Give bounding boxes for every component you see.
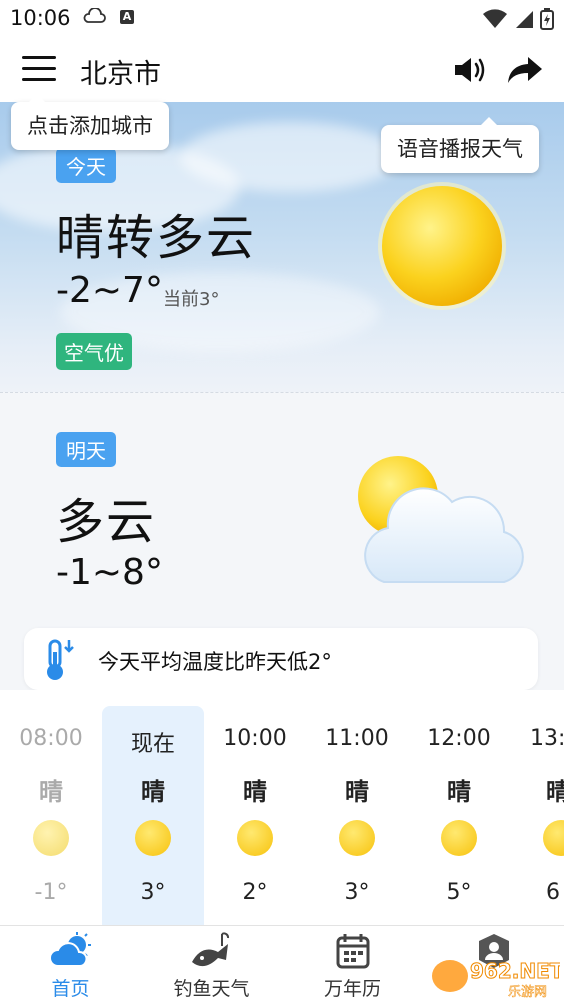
hour-time: 11:00 [325, 726, 389, 751]
hour-time: 13: [530, 726, 564, 751]
hour-condition: 晴 [39, 778, 63, 806]
add-city-tooltip[interactable]: 点击添加城市 [11, 94, 169, 150]
speaker-icon[interactable] [452, 54, 488, 86]
hour-temp: 2° [242, 880, 268, 905]
sun-icon [135, 820, 171, 856]
site-watermark: 962.NET 乐游网 [432, 959, 560, 1000]
tomorrow-temp-range: -1~8° [56, 552, 163, 593]
hourly-item[interactable]: 11:00 晴 3° [306, 690, 408, 925]
tomorrow-badge: 明天 [56, 432, 116, 467]
hourly-item[interactable]: 12:00 晴 5° [408, 690, 510, 925]
hour-temp: -1° [34, 880, 68, 905]
sky-cloud [180, 122, 400, 192]
city-name[interactable]: 北京市 [80, 52, 161, 91]
section-divider [0, 392, 564, 393]
voice-report-tooltip[interactable]: 语音播报天气 [381, 117, 539, 173]
hour-temp: 5° [446, 880, 472, 905]
hour-condition: 晴 [345, 778, 369, 806]
nav-fishing[interactable]: 钓鱼天气 [141, 926, 282, 1005]
fish-icon [191, 932, 229, 967]
weather-home-icon [49, 932, 91, 967]
a-status-icon: A [120, 10, 134, 24]
sun-icon [543, 820, 564, 856]
nav-home[interactable]: 首页 [0, 926, 141, 1005]
hourly-item-now[interactable]: 现在 晴 3° [102, 706, 204, 925]
hour-time: 10:00 [223, 726, 287, 751]
status-indicators [482, 8, 554, 30]
hour-condition: 晴 [546, 778, 564, 806]
thermometer-icon [47, 639, 74, 680]
today-condition: 晴转多云 [56, 210, 257, 266]
today-temp-range: -2~7° [56, 270, 163, 311]
hour-time: 现在 [130, 732, 175, 757]
cloud-status-icon [83, 8, 106, 23]
wifi-icon [483, 9, 507, 28]
watermark-sub: 乐游网 [508, 985, 547, 1000]
notice-text: 今天平均温度比昨天低2° [98, 650, 332, 674]
menu-line [22, 56, 56, 59]
hour-condition: 晴 [141, 778, 165, 806]
today-current-temp: 当前3° [163, 289, 220, 310]
hour-temp: 3° [140, 880, 166, 905]
hour-condition: 晴 [447, 778, 471, 806]
sun-icon [237, 820, 273, 856]
menu-button[interactable] [22, 56, 56, 84]
sun-icon [33, 820, 69, 856]
app-header: 北京市 [0, 38, 564, 102]
battery-icon [540, 8, 554, 30]
sun-icon [441, 820, 477, 856]
nav-home-label: 首页 [51, 978, 90, 1000]
hourly-item[interactable]: 08:00 晴 -1° [0, 690, 102, 925]
signal-icon [516, 11, 533, 28]
nav-fishing-label: 钓鱼天气 [173, 978, 250, 1000]
calendar-icon [336, 934, 369, 969]
hour-temp: 3° [344, 880, 370, 905]
watermark-brand: 962.NET [470, 959, 560, 983]
hour-time: 08:00 [19, 726, 83, 751]
hourly-item[interactable]: 10:00 晴 2° [204, 690, 306, 925]
hour-time: 12:00 [427, 726, 491, 751]
hourly-item[interactable]: 13: 晴 6 [510, 690, 564, 925]
aqi-badge[interactable]: 空气优 [56, 333, 132, 370]
hour-temp: 6 [546, 880, 560, 905]
menu-line [22, 67, 56, 70]
hourly-forecast[interactable]: 08:00 晴 -1° 现在 晴 3° 10:00 晴 2° 11:00 晴 3… [0, 690, 564, 925]
partly-cloudy-icon [358, 456, 524, 583]
menu-line [22, 78, 56, 81]
status-bar: 10:06 A [0, 0, 564, 38]
nav-calendar-label: 万年历 [323, 978, 381, 1000]
tomorrow-condition: 多云 [56, 494, 157, 550]
sun-icon [339, 820, 375, 856]
today-badge: 今天 [56, 148, 116, 183]
status-time: 10:06 [10, 6, 71, 30]
share-icon[interactable] [506, 54, 544, 86]
nav-calendar[interactable]: 万年历 [282, 926, 423, 1005]
sun-icon [378, 182, 506, 310]
hour-condition: 晴 [243, 778, 267, 806]
temperature-notice[interactable]: 今天平均温度比昨天低2° [24, 628, 538, 690]
